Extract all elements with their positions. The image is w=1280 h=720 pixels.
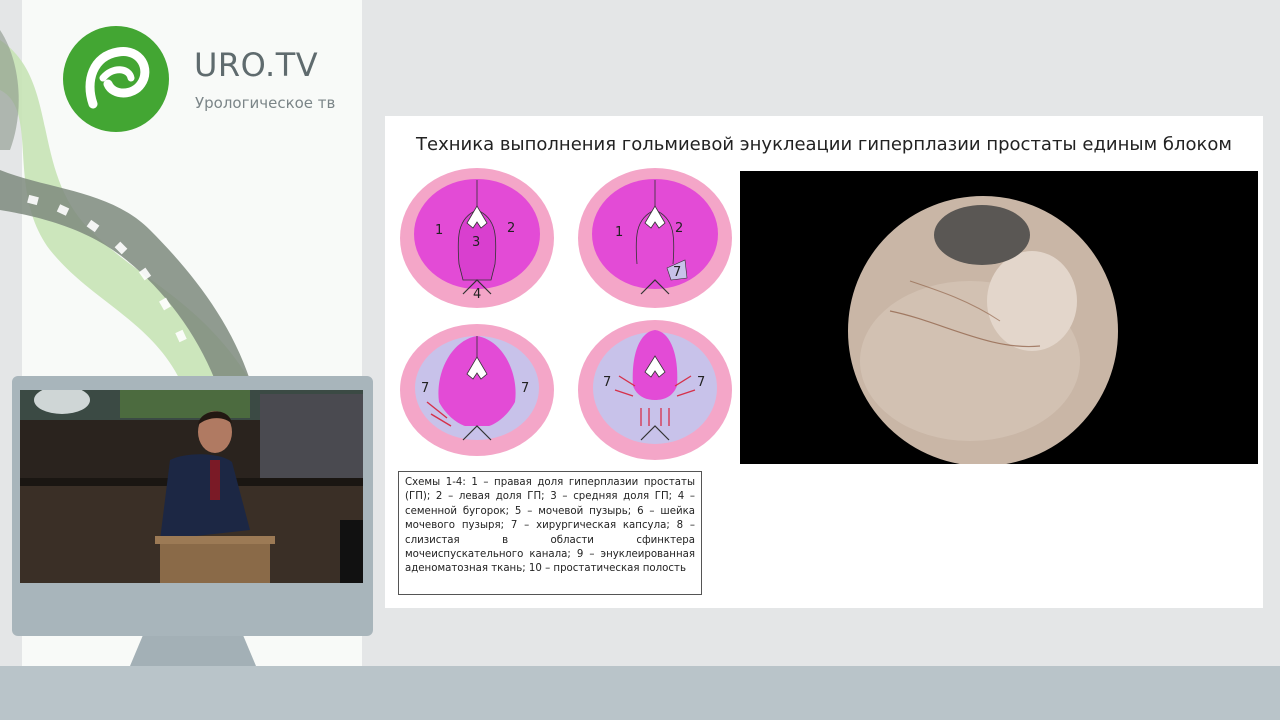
slide-title: Техника выполнения гольмиевой энуклеации… xyxy=(416,134,1232,155)
diagram-1-label-3: 3 xyxy=(472,235,480,250)
presentation-slide: Техника выполнения гольмиевой энуклеации… xyxy=(385,116,1263,608)
diagram-1-label-1: 1 xyxy=(435,223,443,238)
diagram-2-label-2: 2 xyxy=(675,221,683,236)
bottom-bar xyxy=(0,666,1280,720)
diagram-3-label-7-right: 7 xyxy=(521,381,529,396)
uro-tv-logo-icon[interactable] xyxy=(63,26,169,132)
diagram-caption: Схемы 1-4: 1 – правая доля гиперплазии п… xyxy=(398,471,702,595)
diagram-1: 1 2 3 4 xyxy=(400,168,554,308)
diagram-4-label-7-right: 7 xyxy=(697,375,705,390)
diagram-2-label-1: 1 xyxy=(615,225,623,240)
diagram-2: 1 2 7 xyxy=(578,168,732,308)
diagram-4-label-7-left: 7 xyxy=(603,375,611,390)
diagram-1-label-2: 2 xyxy=(507,221,515,236)
diagram-3: 7 7 xyxy=(400,324,554,456)
brand-name: URO.TV xyxy=(194,46,319,84)
endoscopic-video[interactable] xyxy=(740,171,1258,464)
brand-tagline: Урологическое тв xyxy=(195,94,336,112)
diagram-2-label-7: 7 xyxy=(673,265,681,280)
diagram-3-label-7-left: 7 xyxy=(421,381,429,396)
monitor-stand xyxy=(130,636,256,666)
diagram-1-label-4: 4 xyxy=(473,287,481,302)
diagram-4: 7 7 xyxy=(578,320,732,460)
speaker-video[interactable] xyxy=(20,390,363,583)
